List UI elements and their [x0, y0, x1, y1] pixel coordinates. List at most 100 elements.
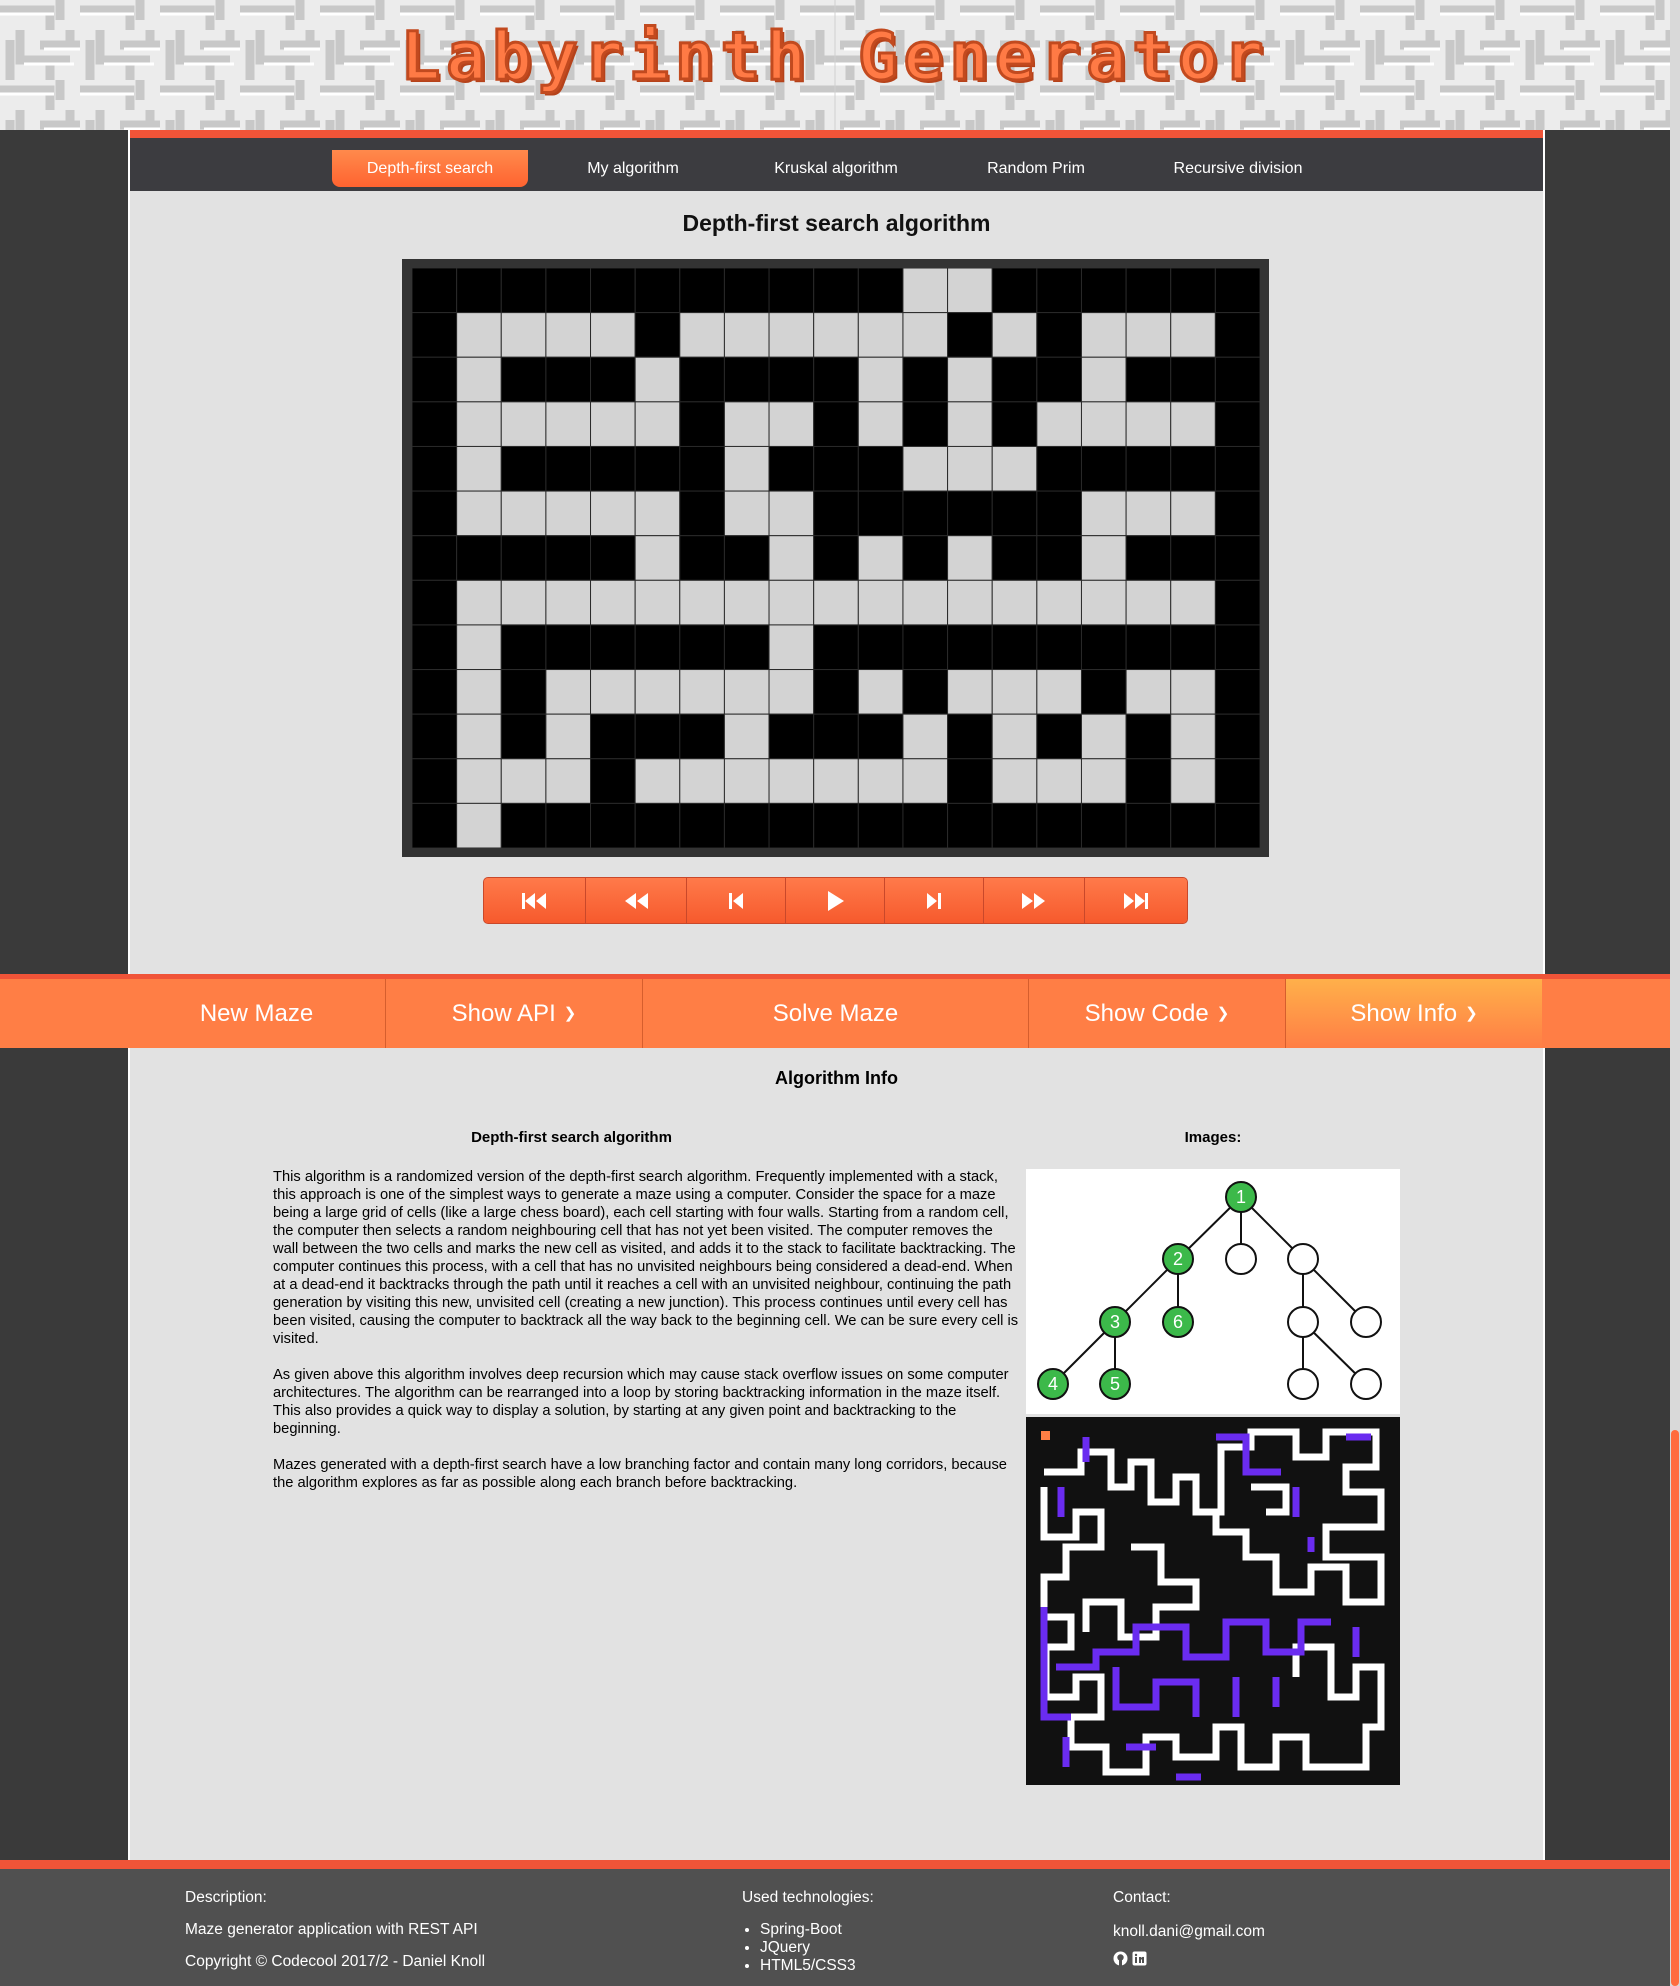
footer-tech-list: Spring-Boot JQuery HTML5/CSS3 [742, 1921, 874, 1975]
maze-wall-cell [1125, 356, 1172, 403]
maze-path-cell [456, 624, 502, 671]
maze-wall-cell [813, 669, 859, 715]
maze-wall-cell [679, 535, 725, 581]
tab-kruskal-algorithm[interactable]: Kruskal algorithm [738, 150, 934, 187]
tab-my-algorithm[interactable]: My algorithm [535, 150, 731, 187]
maze-path-cell [902, 312, 949, 358]
maze-path-cell [1036, 758, 1082, 804]
maze-wall-cell [1170, 802, 1216, 848]
maze-path-cell [1080, 490, 1127, 537]
footer-description: Description: Maze generator application … [185, 1889, 485, 1971]
last-step-button[interactable] [1085, 878, 1187, 923]
maze-path-cell [590, 669, 636, 715]
maze-path-cell [500, 490, 547, 537]
maze-wall-cell [1036, 624, 1082, 671]
images-title: Images: [1184, 1129, 1242, 1146]
step-forward-button[interactable] [884, 878, 984, 923]
maze-path-cell [1125, 490, 1172, 537]
fast-forward-button[interactable] [983, 878, 1086, 923]
maze-path-cell [723, 669, 770, 715]
maze-path-cell [545, 669, 592, 715]
new-maze-button[interactable]: New Maze [128, 979, 386, 1048]
tree-node-label: 2 [1173, 1249, 1183, 1269]
maze-path-cell [500, 312, 547, 358]
maze-wall-cell [412, 669, 458, 715]
maze-wall-cell [590, 802, 636, 848]
footer-contact-label: Contact: [1113, 1889, 1171, 1906]
maze-wall-cell [813, 356, 859, 403]
info-paragraph: This algorithm is a randomized version o… [273, 1169, 1019, 1347]
maze-path-cell [902, 579, 949, 626]
show-api-button[interactable]: Show API ❯ [386, 979, 643, 1048]
maze-path-cell [768, 312, 815, 358]
maze-wall-cell [991, 490, 1038, 537]
maze-path-cell [1125, 579, 1172, 626]
maze-path-cell [768, 669, 815, 715]
maze-path-cell [500, 579, 547, 626]
maze-path-cell [768, 624, 815, 671]
footer-email[interactable]: knoll.dani@gmail.com [1113, 1923, 1265, 1941]
solve-maze-button[interactable]: Solve Maze [643, 979, 1029, 1048]
maze-wall-cell [1080, 445, 1127, 492]
maze-wall-cell [1214, 669, 1260, 715]
maze-wall-cell [1125, 445, 1172, 492]
page-scrollbar[interactable] [1670, 0, 1680, 1986]
maze-wall-cell [679, 268, 725, 314]
scrollbar-thumb[interactable] [1671, 1430, 1679, 1986]
maze-path-cell [723, 579, 770, 626]
maze-wall-cell [1170, 356, 1216, 403]
maze-path-cell [634, 401, 681, 447]
maze-path-cell [456, 490, 502, 537]
maze-wall-cell [1080, 669, 1127, 715]
maze-path-cell [456, 802, 502, 848]
maze-wall-cell [500, 713, 547, 760]
maze-wall-cell [590, 713, 636, 760]
tab-recursive-division[interactable]: Recursive division [1140, 150, 1336, 187]
main-panel: Depth-first search My algorithm Kruskal … [128, 130, 1545, 974]
maze-wall-cell [902, 669, 949, 715]
info-subtitle: Depth-first search algorithm [471, 1129, 672, 1146]
github-icon[interactable] [1113, 1951, 1128, 1966]
maze-wall-cell [679, 713, 725, 760]
maze-wall-cell [590, 535, 636, 581]
dfs-tree-diagram: 1 2 3 4 5 6 [1037, 1181, 1382, 1400]
maze-wall-cell [679, 624, 725, 671]
tab-random-prim[interactable]: Random Prim [938, 150, 1134, 187]
show-info-button[interactable]: Show Info ❯ [1286, 979, 1542, 1048]
maze-wall-cell [902, 490, 949, 537]
maze-wall-cell [813, 445, 859, 492]
maze-wall-cell [813, 802, 859, 848]
dfs-maze-example [1040, 1428, 1385, 1781]
maze-wall-cell [768, 802, 815, 848]
maze-path-cell [947, 445, 993, 492]
solve-maze-label: Solve Maze [772, 1000, 899, 1027]
maze-path-cell [1080, 312, 1127, 358]
tree-node-label: 1 [1236, 1187, 1246, 1207]
linkedin-icon[interactable] [1132, 1951, 1147, 1966]
maze-wall-cell [857, 802, 904, 848]
maze-wall-cell [813, 268, 859, 314]
maze-wall-cell [1125, 268, 1172, 314]
maze-wall-cell [1170, 445, 1216, 492]
maze-path-cell [1170, 312, 1216, 358]
fast-backward-button[interactable] [585, 878, 688, 923]
footer-tech-label: Used technologies: [742, 1889, 874, 1906]
maze-path-cell [813, 312, 859, 358]
maze-wall-cell [456, 268, 502, 314]
show-code-button[interactable]: Show Code ❯ [1029, 979, 1286, 1048]
play-button[interactable] [786, 878, 885, 923]
maze-path-cell [947, 356, 993, 403]
maze-wall-cell [412, 535, 458, 581]
maze-path-cell [947, 535, 993, 581]
maze-wall-cell [412, 356, 458, 403]
info-text: This algorithm is a randomized version o… [273, 1168, 1021, 1510]
site-title: Labyrinth Generator [399, 17, 1270, 97]
maze-wall-cell [500, 535, 547, 581]
maze-wall-cell [1080, 802, 1127, 848]
tab-depth-first-search[interactable]: Depth-first search [332, 150, 528, 187]
step-backward-button[interactable] [687, 878, 787, 923]
maze-wall-cell [813, 490, 859, 537]
maze-path-cell [1080, 579, 1127, 626]
step-backward-icon [729, 892, 744, 909]
first-step-button[interactable] [484, 878, 586, 923]
